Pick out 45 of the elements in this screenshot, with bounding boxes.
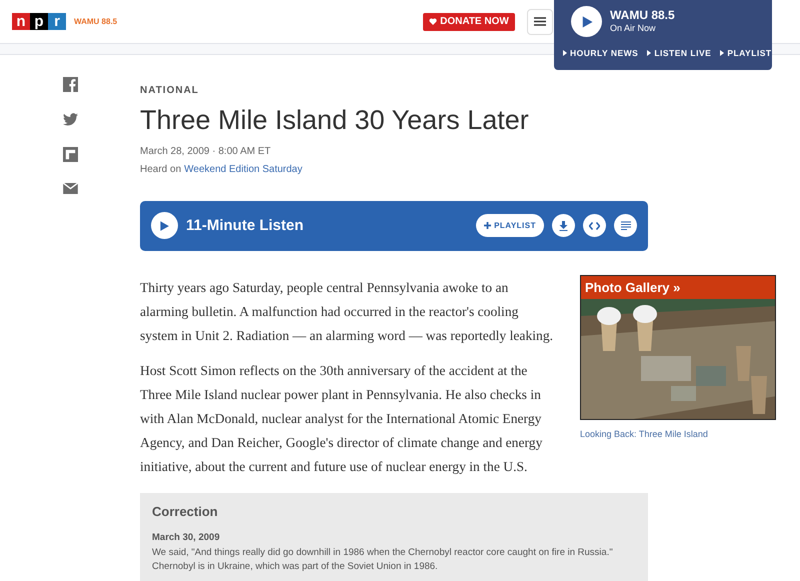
playlist-button[interactable]: PLAYLIST	[476, 214, 544, 238]
code-icon	[589, 222, 600, 230]
play-button[interactable]	[571, 6, 602, 37]
station-name: WAMU 88.5	[610, 8, 675, 24]
download-icon	[559, 220, 568, 231]
article-title: Three Mile Island 30 Years Later	[140, 104, 530, 137]
play-icon	[158, 220, 171, 232]
photo-gallery[interactable]: Photo Gallery »	[580, 274, 776, 420]
logo-letter[interactable]: p	[30, 13, 48, 30]
correction-date: March 30, 2009	[152, 531, 221, 546]
gallery-caption[interactable]: Looking Back: Three Mile Island	[580, 428, 776, 442]
correction-text: We said, "And things really did go downhill in 1986 when the Chernobyl reactor core caught on fire in Russia." Chernobyl is in Ukraine, which was part of the Soviet Union in 1986.	[152, 546, 614, 574]
triangle-icon	[563, 50, 567, 56]
heard-on-label: Heard on	[140, 162, 182, 177]
article-date: March 28, 2009 · 8:00 AM ET	[140, 144, 272, 159]
donate-button[interactable]: DONATE NOW	[423, 12, 515, 30]
article-paragraph: Thirty years ago Saturday, people central Pennsylvania awoke to an alarming bulletin. A malfunction had occurred in the reactor's cooling system in Unit 2. Radiation — an alarming word — was reportedly leaking.	[140, 278, 554, 345]
player-link[interactable]: LISTEN LIVE	[647, 47, 712, 60]
player-link[interactable]: HOURLY NEWS	[563, 47, 638, 60]
correction-heading: Correction	[152, 502, 219, 521]
text-lines-icon	[620, 221, 630, 230]
twitter-icon[interactable]	[62, 113, 78, 126]
triangle-icon	[720, 50, 724, 56]
station-logo[interactable]: WAMU 88.5	[74, 16, 118, 28]
player-link[interactable]: PLAYLIST	[720, 47, 772, 60]
listen-duration: 11-Minute Listen	[186, 216, 304, 236]
menu-button[interactable]	[526, 8, 553, 34]
on-air-status: On Air Now	[610, 23, 657, 35]
logo-letter[interactable]: n	[12, 13, 30, 30]
facebook-icon[interactable]	[62, 77, 78, 92]
download-button[interactable]	[552, 214, 575, 238]
plus-icon	[484, 222, 492, 230]
email-icon[interactable]	[62, 183, 78, 194]
program-link[interactable]: Weekend Edition Saturday	[184, 162, 302, 177]
article-paragraph: Host Scott Simon reflects on the 30th anniversary of the accident at the Three Mile Island nuclear power plant in Pennsylvania. He also checks in with Alan McDonald, nuclear analyst for the International Atomic Energy Agency, and Dan Reicher, Google's director of climate change and energy initiative, about the current and future use of nuclear energy in the U.S.	[140, 362, 544, 476]
heart-icon	[429, 18, 438, 25]
gallery-title: Photo Gallery »	[585, 278, 680, 297]
triangle-icon	[647, 50, 652, 56]
embed-button[interactable]	[583, 214, 606, 238]
menu-icon	[534, 17, 546, 26]
transcript-button[interactable]	[614, 214, 637, 238]
play-button[interactable]	[151, 212, 178, 240]
flipboard-icon[interactable]	[62, 147, 78, 162]
logo-letter[interactable]: r	[48, 13, 66, 30]
section-label[interactable]: NATIONAL	[140, 86, 776, 96]
